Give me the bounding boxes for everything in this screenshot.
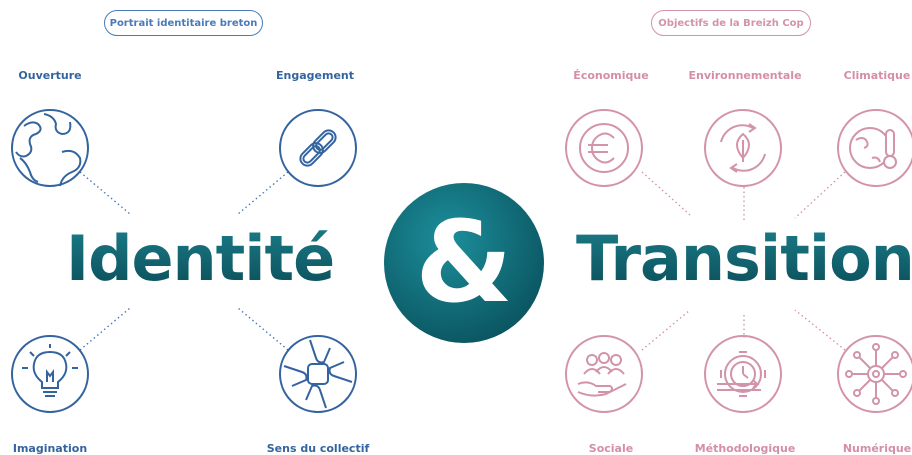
label-environnementale: Environnementale	[688, 69, 802, 82]
label-sociale: Sociale	[588, 442, 634, 455]
connector-engagement	[237, 171, 289, 215]
objectifs-breizh-cop-pill: Objectifs de la Breizh Cop	[651, 10, 811, 36]
chain-link-icon	[279, 109, 357, 187]
joined-hands-icon	[279, 335, 357, 413]
leaf-cycle-icon	[704, 109, 782, 187]
label-numerique: Numérique	[842, 442, 912, 455]
network-icon	[837, 335, 912, 413]
people-hand-icon	[565, 335, 643, 413]
connector-collectif	[237, 307, 289, 351]
label-sens-du-collectif: Sens du collectif	[266, 442, 370, 455]
connector-sociale	[641, 309, 691, 351]
portrait-identitaire-pill: Portrait identitaire breton	[104, 10, 263, 36]
connector-climatique	[794, 171, 846, 219]
connector-economique	[641, 171, 691, 216]
title-identite: Identité	[66, 222, 335, 295]
globe-icon	[11, 109, 89, 187]
label-ouverture: Ouverture	[18, 69, 82, 82]
label-engagement: Engagement	[276, 69, 354, 82]
connector-numerique	[794, 309, 846, 351]
label-imagination: Imagination	[12, 442, 88, 455]
lightbulb-icon	[11, 335, 89, 413]
title-transitions: Transitions	[576, 228, 912, 290]
label-climatique: Climatique	[843, 69, 911, 82]
gear-clock-icon	[704, 335, 782, 413]
globe-thermometer-icon	[837, 109, 912, 187]
connector-ouverture	[79, 171, 131, 215]
ampersand-symbol: &	[415, 198, 513, 328]
ampersand-badge: &	[384, 183, 544, 343]
label-methodologique: Méthodologique	[694, 442, 796, 455]
euro-icon	[565, 109, 643, 187]
connector-imagination	[79, 307, 131, 351]
label-economique: Économique	[573, 69, 649, 82]
